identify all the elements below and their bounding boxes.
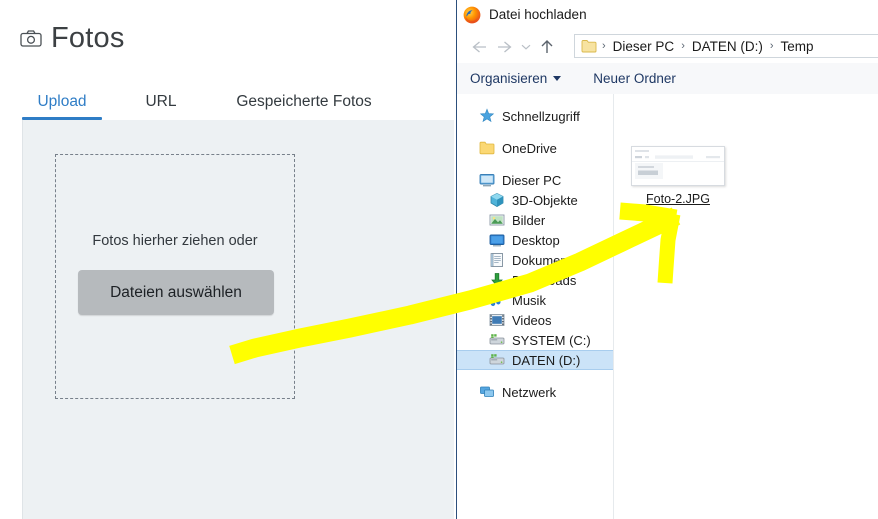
nav-item-label: Dieser PC [502, 172, 562, 188]
new-folder-label: Neuer Ordner [593, 71, 676, 86]
file-name-label[interactable]: Foto-2.JPG [646, 192, 710, 206]
nav-item-label: 3D-Objekte [512, 192, 578, 208]
tab-gespeicherte-fotos-label: Gespeicherte Fotos [236, 93, 372, 110]
nav-item-netzwerk[interactable]: Netzwerk [457, 382, 613, 402]
choose-files-button[interactable]: Dateien auswählen [78, 270, 274, 315]
nav-item-dieser-pc[interactable]: Dieser PC [457, 170, 613, 190]
breadcrumb-separator: › [602, 40, 606, 52]
nav-item-label: Videos [512, 312, 552, 328]
nav-item-downloads[interactable]: Downloads [457, 270, 613, 290]
tab-gespeicherte-fotos[interactable]: Gespeicherte Fotos [214, 93, 394, 120]
breadcrumb: › Dieser PC › DATEN (D:) › Temp [597, 39, 816, 54]
dialog-titlebar: Datei hochladen [457, 0, 878, 29]
dropzone-hint: Fotos hierher ziehen oder [92, 233, 258, 249]
desktop-icon [489, 232, 505, 248]
new-folder-button[interactable]: Neuer Ordner [593, 71, 676, 86]
dialog-title: Datei hochladen [489, 7, 587, 22]
monitor-icon [479, 172, 495, 188]
hard-drive-icon [489, 332, 505, 348]
download-arrow-icon [489, 272, 505, 288]
breadcrumb-daten-d[interactable]: DATEN (D:) [690, 39, 765, 54]
pictures-icon [489, 212, 505, 228]
music-note-icon [489, 292, 505, 308]
page-header: Fotos [20, 24, 125, 53]
image-thumbnail [631, 146, 725, 186]
network-icon [479, 384, 495, 400]
dialog-toolbar: Organisieren Neuer Ordner [457, 63, 878, 95]
camera-icon [20, 30, 42, 47]
nav-item-label: SYSTEM (C:) [512, 332, 591, 348]
arrow-left-icon[interactable] [466, 34, 492, 60]
nav-item-label: Downloads [512, 272, 577, 288]
tab-bar: Upload URL Gespeicherte Fotos [22, 86, 394, 120]
nav-item-musik[interactable]: Musik [457, 290, 613, 310]
nav-item-bilder[interactable]: Bilder [457, 210, 613, 230]
file-item-foto-2[interactable]: Foto-2.JPG [624, 146, 732, 208]
content-panel-edge [22, 120, 23, 519]
hard-drive-icon [489, 352, 505, 368]
nav-item-onedrive[interactable]: OneDrive [457, 138, 613, 158]
breadcrumb-separator: › [681, 40, 685, 52]
nav-group-spacer [457, 158, 613, 170]
breadcrumb-separator: › [769, 40, 774, 52]
star-icon [479, 108, 495, 124]
nav-item-label: Musik [512, 292, 546, 308]
documents-icon [489, 252, 505, 268]
nav-item-3d-objekte[interactable]: 3D-Objekte [457, 190, 613, 210]
nav-item-schnellzugriff[interactable]: Schnellzugriff [457, 106, 613, 126]
tab-active-underline [22, 117, 102, 120]
organize-button[interactable]: Organisieren [470, 71, 562, 86]
nav-item-label: Netzwerk [502, 384, 557, 400]
onedrive-folder-icon [479, 140, 495, 156]
caret-down-icon [553, 76, 562, 81]
breadcrumb-temp[interactable]: Temp [779, 39, 816, 54]
nav-group-spacer [457, 370, 613, 382]
folder-icon [581, 39, 597, 53]
film-icon [489, 312, 505, 328]
address-bar[interactable]: › Dieser PC › DATEN (D:) › Temp [574, 34, 878, 58]
dialog-body: Schnellzugriff OneDrive Dieser PC 3D-Objekt… [457, 94, 878, 519]
page-title: Fotos [51, 22, 125, 54]
chevron-down-icon[interactable] [518, 34, 534, 60]
nav-item-daten-d[interactable]: DATEN (D:) [457, 350, 613, 370]
nav-group-spacer [457, 126, 613, 138]
nav-item-desktop[interactable]: Desktop [457, 230, 613, 250]
nav-item-label: Dokumente [512, 252, 579, 268]
arrow-right-icon[interactable] [492, 34, 518, 60]
nav-item-videos[interactable]: Videos [457, 310, 613, 330]
file-list-pane: Foto-2.JPG [614, 94, 878, 519]
tab-url-label: URL [145, 93, 177, 110]
cube-icon [489, 192, 505, 208]
file-dropzone[interactable]: Fotos hierher ziehen oder Dateien auswäh… [55, 154, 295, 399]
navigation-pane: Schnellzugriff OneDrive Dieser PC 3D-Objekt… [457, 94, 614, 519]
nav-item-system-c[interactable]: SYSTEM (C:) [457, 330, 613, 350]
nav-item-dokumente[interactable]: Dokumente [457, 250, 613, 270]
tab-upload-label: Upload [37, 93, 87, 110]
breadcrumb-dieser-pc[interactable]: Dieser PC [611, 39, 677, 54]
file-upload-dialog: Datei hochladen › Dieser PC › DATEN (D:)… [456, 0, 878, 519]
nav-item-label: Desktop [512, 232, 560, 248]
organize-label: Organisieren [470, 71, 548, 86]
firefox-icon [463, 6, 481, 24]
tab-upload[interactable]: Upload [22, 93, 102, 120]
nav-item-label: DATEN (D:) [512, 352, 581, 368]
nav-item-label: Schnellzugriff [502, 108, 580, 124]
nav-item-label: OneDrive [502, 140, 557, 156]
arrow-up-icon[interactable] [534, 34, 560, 60]
nav-item-label: Bilder [512, 212, 546, 228]
tab-url[interactable]: URL [126, 93, 196, 120]
